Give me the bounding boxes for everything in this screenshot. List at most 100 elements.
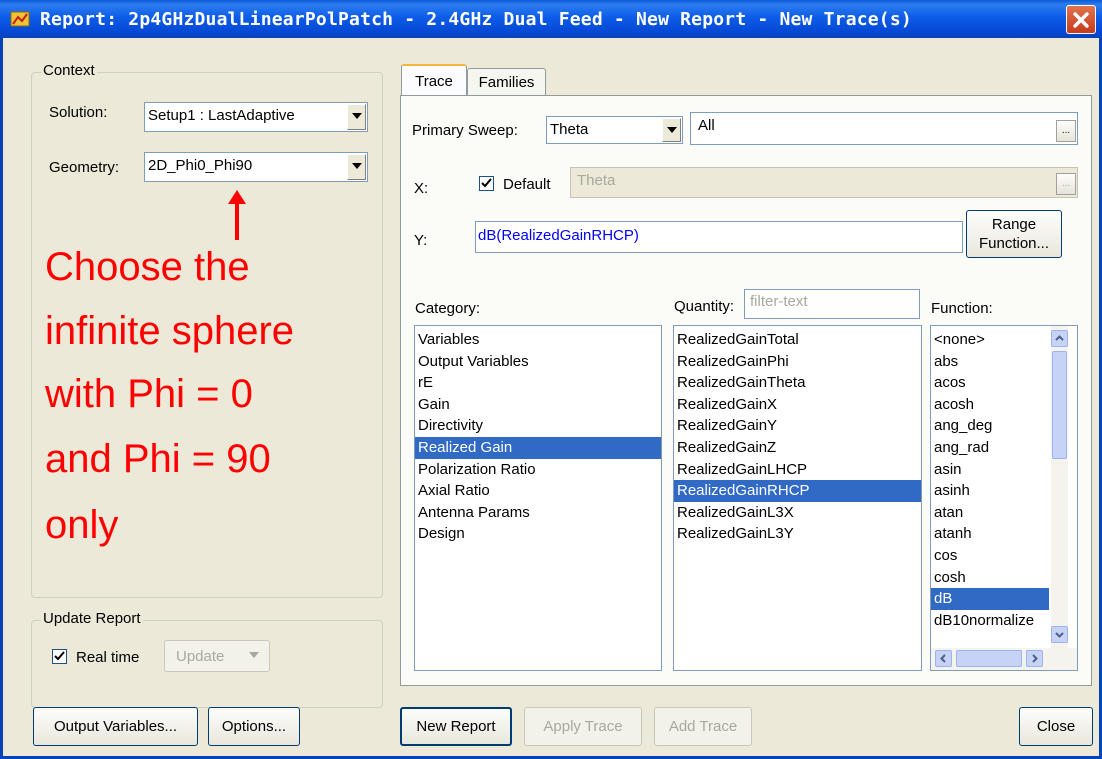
function-list-item[interactable]: dB10normalize	[931, 610, 1049, 632]
function-list-item[interactable]: asinh	[931, 480, 1049, 502]
function-list-item[interactable]: <none>	[931, 329, 1049, 351]
category-list[interactable]: Variables Output Variables rE Gain Directivi…	[414, 325, 662, 671]
category-list-item[interactable]: Gain	[415, 394, 661, 416]
x-label: X:	[414, 180, 429, 197]
options-button[interactable]: Options...	[208, 707, 300, 746]
annotation-line-4: and Phi = 90	[45, 437, 271, 481]
sweep-range-ellipsis-button[interactable]: ...	[1056, 120, 1076, 142]
function-list-item[interactable]: cosh	[931, 567, 1049, 589]
quantity-list-item[interactable]: RealizedGainRHCP	[674, 480, 921, 502]
chevron-down-icon[interactable]	[347, 104, 366, 130]
scroll-right-button[interactable]	[1026, 650, 1043, 667]
scroll-thumb[interactable]	[1052, 351, 1067, 459]
new-report-button[interactable]: New Report	[400, 707, 512, 746]
add-trace-label: Add Trace	[668, 718, 738, 735]
function-list-item[interactable]: dB	[931, 588, 1049, 610]
function-list-item[interactable]: acosh	[931, 394, 1049, 416]
quantity-list-item[interactable]: RealizedGainZ	[674, 437, 921, 459]
chevron-down-icon[interactable]	[347, 154, 366, 180]
function-list-item[interactable]: acos	[931, 372, 1049, 394]
quantity-label: Quantity:	[674, 298, 735, 315]
update-report-legend: Update Report	[41, 610, 143, 627]
scroll-left-button[interactable]	[935, 650, 952, 667]
scroll-up-button[interactable]	[1051, 330, 1068, 347]
function-list-item[interactable]: ang_rad	[931, 437, 1049, 459]
quantity-list-item[interactable]: RealizedGainTotal	[674, 329, 921, 351]
app-icon	[10, 11, 30, 27]
close-icon	[1073, 12, 1089, 28]
tab-trace[interactable]: Trace	[401, 64, 467, 96]
quantity-filter-input[interactable]: filter-text	[744, 289, 920, 319]
quantity-list-item[interactable]: RealizedGainL3X	[674, 502, 921, 524]
category-list-item[interactable]: Variables	[415, 329, 661, 351]
geometry-label: Geometry:	[49, 159, 120, 176]
default-label: Default	[503, 176, 551, 193]
apply-trace-button[interactable]: Apply Trace	[524, 707, 642, 746]
quantity-list-item[interactable]: RealizedGainPhi	[674, 351, 921, 373]
solution-value: Setup1 : LastAdaptive	[148, 107, 295, 124]
y-label: Y:	[414, 232, 428, 249]
default-checkbox[interactable]	[479, 176, 494, 191]
quantity-list-item[interactable]: RealizedGainY	[674, 415, 921, 437]
window-title: Report: 2p4GHzDualLinearPolPatch - 2.4GH…	[40, 9, 912, 30]
sweep-range-field[interactable]: All ...	[690, 112, 1078, 145]
chevron-down-icon	[249, 652, 259, 658]
category-list-item[interactable]: Output Variables	[415, 351, 661, 373]
function-list-item[interactable]: atan	[931, 502, 1049, 524]
quantity-list-item[interactable]: RealizedGainLHCP	[674, 459, 921, 481]
function-label: Function:	[931, 300, 993, 317]
chevron-down-icon	[1055, 632, 1064, 638]
function-list[interactable]: <none> abs acos acosh ang_deg ang_rad asin asin…	[931, 329, 1049, 631]
category-list-item[interactable]: Polarization Ratio	[415, 459, 661, 481]
function-list-item[interactable]: atanh	[931, 523, 1049, 545]
annotation-arrow-icon	[228, 190, 246, 240]
dialog-body: Context Solution: Setup1 : LastAdaptive …	[0, 38, 1102, 759]
quantity-list-item[interactable]: RealizedGainTheta	[674, 372, 921, 394]
range-function-button[interactable]: Range Function...	[966, 210, 1062, 258]
window-close-button[interactable]	[1066, 5, 1096, 34]
chevron-up-icon	[1055, 335, 1064, 341]
category-list-item[interactable]: Antenna Params	[415, 502, 661, 524]
solution-dropdown[interactable]: Setup1 : LastAdaptive	[144, 102, 368, 132]
close-button[interactable]: Close	[1019, 707, 1093, 746]
function-list-item[interactable]: asin	[931, 459, 1049, 481]
tab-families[interactable]: Families	[467, 68, 546, 96]
annotation-line-1: Choose the	[45, 245, 250, 289]
category-label: Category:	[415, 300, 481, 317]
geometry-value: 2D_Phi0_Phi90	[148, 157, 253, 174]
quantity-list-item[interactable]: RealizedGainX	[674, 394, 921, 416]
quantity-filter-placeholder: filter-text	[750, 293, 808, 310]
update-button[interactable]: Update	[164, 640, 270, 672]
y-expression-field[interactable]: dB(RealizedGainRHCP)	[475, 221, 963, 253]
quantity-list-item[interactable]: RealizedGainL3Y	[674, 523, 921, 545]
quantity-list[interactable]: RealizedGainTotal RealizedGainPhi Realized…	[673, 325, 922, 671]
options-label: Options...	[221, 718, 287, 735]
sweep-range-value: All	[698, 117, 715, 134]
function-vscrollbar[interactable]	[1051, 326, 1068, 648]
function-hscrollbar[interactable]	[931, 648, 1077, 670]
primary-sweep-dropdown[interactable]: Theta	[546, 116, 683, 144]
realtime-checkbox[interactable]	[52, 649, 67, 664]
range-function-label-2: Function...	[978, 235, 1050, 252]
output-variables-button[interactable]: Output Variables...	[33, 707, 198, 746]
geometry-dropdown[interactable]: 2D_Phi0_Phi90	[144, 152, 368, 182]
x-ellipsis-button[interactable]: ...	[1056, 173, 1076, 195]
add-trace-button[interactable]: Add Trace	[654, 707, 752, 746]
category-list-item[interactable]: Realized Gain	[415, 436, 661, 459]
function-list-item[interactable]: ang_deg	[931, 415, 1049, 437]
category-list-item[interactable]: Directivity	[415, 415, 661, 437]
update-button-label: Update	[176, 647, 225, 665]
hscroll-thumb[interactable]	[956, 650, 1022, 667]
category-list-item[interactable]: rE	[415, 372, 661, 394]
x-field[interactable]: Theta ...	[570, 167, 1078, 198]
apply-trace-label: Apply Trace	[543, 718, 623, 735]
function-list-box[interactable]: <none> abs acos acosh ang_deg ang_rad asin asin…	[930, 325, 1078, 671]
scroll-down-button[interactable]	[1051, 626, 1068, 643]
function-list-item[interactable]: cos	[931, 545, 1049, 567]
primary-sweep-value: Theta	[550, 121, 589, 138]
chevron-down-icon[interactable]	[662, 118, 681, 142]
checkmark-icon	[54, 651, 65, 661]
category-list-item[interactable]: Axial Ratio	[415, 480, 661, 502]
function-list-item[interactable]: abs	[931, 351, 1049, 373]
category-list-item[interactable]: Design	[415, 523, 661, 545]
